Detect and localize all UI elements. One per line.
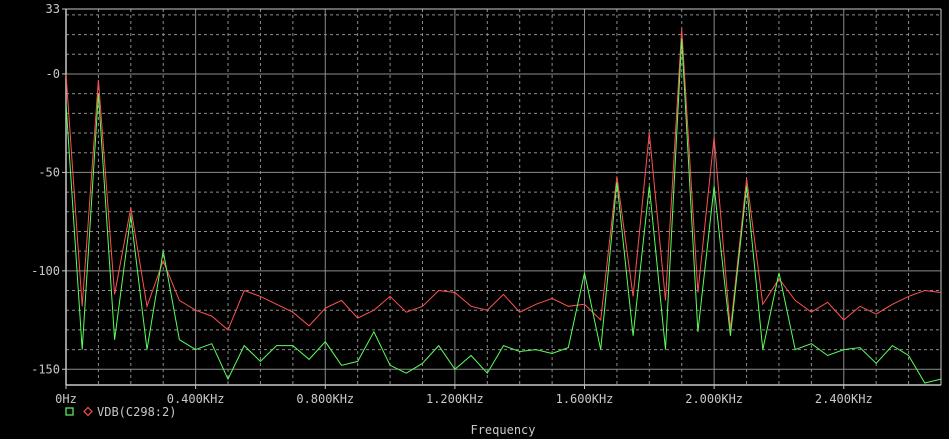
y-tick-label: -50 — [38, 165, 60, 179]
x-tick-label: 0.400KHz — [167, 392, 225, 406]
y-tick-label: -100 — [31, 264, 60, 278]
y-tick-label: -150 — [31, 362, 60, 376]
legend: VDB(C298:2) — [65, 405, 176, 419]
legend-diamond-marker — [83, 406, 93, 417]
x-tick-label: 2.400KHz — [815, 392, 873, 406]
y-tick-label: -0 — [46, 67, 60, 81]
grid — [66, 9, 941, 385]
y-tick-label: 33 — [46, 2, 60, 16]
x-tick-label: 1.600KHz — [556, 392, 614, 406]
x-tick-label: 2.000KHz — [685, 392, 743, 406]
x-tick-label: 0.800KHz — [296, 392, 354, 406]
legend-label: VDB(C298:2) — [97, 405, 176, 419]
plot-area: 33 -0 -50 -100 -150 0Hz 0.400KHz 0.800KHz 1.200… — [31, 2, 942, 437]
x-tick-label: 0Hz — [55, 392, 77, 406]
series-group — [65, 28, 942, 384]
series-line-green-trace — [65, 38, 942, 384]
x-axis-title: Frequency — [470, 423, 535, 437]
y-axis-ticks: 33 -0 -50 -100 -150 — [31, 2, 66, 376]
x-axis-ticks: 0Hz 0.400KHz 0.800KHz 1.200KHz 1.600KHz 2.000… — [55, 385, 873, 406]
x-tick-label: 1.200KHz — [426, 392, 484, 406]
plot-frame — [65, 8, 942, 386]
legend-square-marker — [65, 407, 74, 416]
